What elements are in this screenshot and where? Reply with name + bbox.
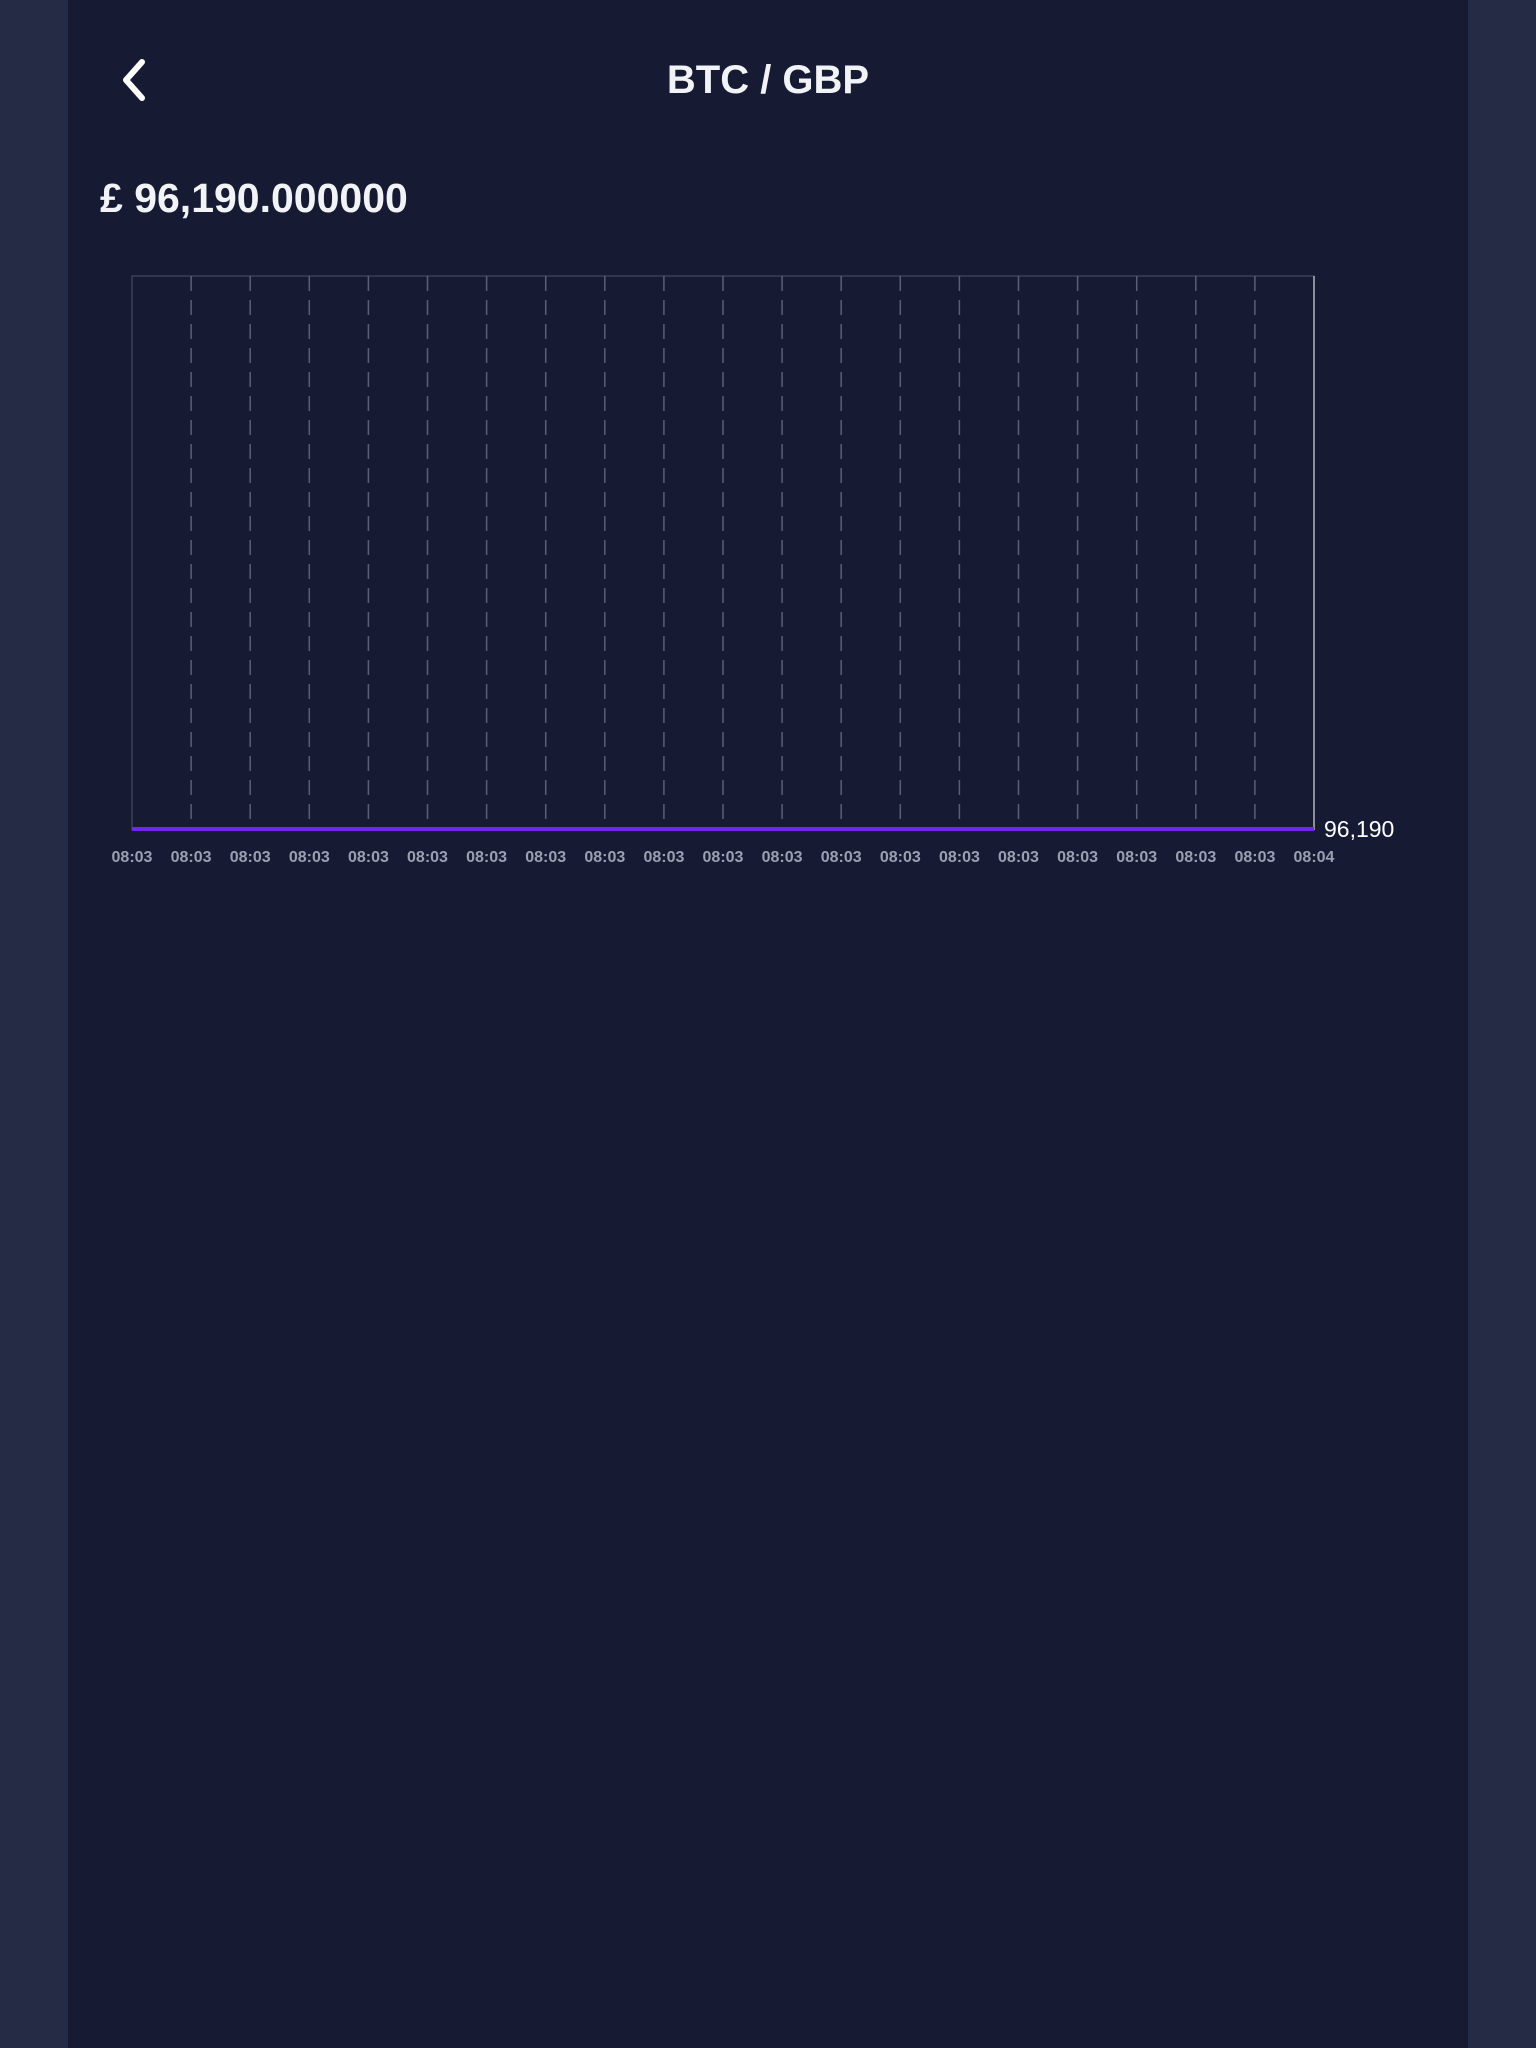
x-tick-label: 08:03 (1234, 849, 1275, 866)
x-tick-label: 08:03 (171, 849, 212, 866)
app-screen: BTC / GBP £ 96,190.000000 08:03 08:03 08:0… (68, 0, 1468, 2048)
x-tick-label: 08:03 (1116, 849, 1157, 866)
x-tick-label: 08:03 (939, 849, 980, 866)
x-tick-label: 08:03 (584, 849, 625, 866)
x-tick-label: 08:03 (1057, 849, 1098, 866)
x-tick-label: 08:03 (1175, 849, 1216, 866)
x-tick-label: 08:03 (230, 849, 271, 866)
x-tick-label: 08:03 (407, 849, 448, 866)
x-tick-label: 08:03 (466, 849, 507, 866)
x-tick-label: 08:03 (821, 849, 862, 866)
x-tick-label: 08:03 (348, 849, 389, 866)
y-tick-label: 96,190 (1324, 816, 1394, 842)
x-tick-label: 08:03 (880, 849, 921, 866)
x-tick-label: 08:03 (762, 849, 803, 866)
x-tick-label: 08:04 (1294, 849, 1335, 866)
price-chart[interactable]: 08:03 08:03 08:03 08:03 08:03 08:03 08:03 08:03… (68, 0, 1468, 900)
x-tick-label: 08:03 (998, 849, 1039, 866)
x-tick-label: 08:03 (289, 849, 330, 866)
x-tick-label: 08:03 (703, 849, 744, 866)
x-tick-label: 08:03 (643, 849, 684, 866)
x-tick-label: 08:03 (525, 849, 566, 866)
x-tick-label: 08:03 (112, 849, 153, 866)
